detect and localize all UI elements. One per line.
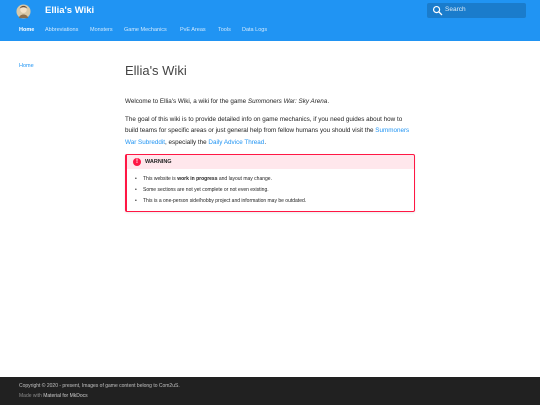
made-with-text: Made with Material for MkDocs	[19, 393, 88, 399]
goal-text: The goal of this wiki is to provide deta…	[125, 116, 403, 135]
warning-admonition: ! WARNING This website is work in progre…	[125, 154, 415, 212]
intro-suffix: .	[327, 98, 330, 105]
sidebar-item-home[interactable]: Home	[19, 63, 34, 69]
intro-prefix: Welcome to Ellia's Wiki, a wiki for the …	[125, 98, 248, 105]
search-input[interactable]: Search	[427, 3, 526, 18]
site-title[interactable]: Ellia's Wiki	[45, 5, 94, 16]
warning-title: WARNING	[145, 159, 172, 165]
warning-item-prefix: This website is	[143, 176, 178, 182]
tab-data-logs[interactable]: Data Logs	[242, 27, 267, 33]
game-name: Summoners War: Sky Arena	[247, 98, 328, 105]
daily-advice-link[interactable]: Daily Advice Thread	[208, 139, 264, 146]
search-placeholder: Search	[445, 6, 466, 13]
copyright-text: Copyright © 2020 - present, Images of ga…	[19, 383, 180, 389]
avatar-logo-icon[interactable]	[16, 4, 31, 19]
list-item: This is a one-person side/hobby project …	[135, 198, 306, 209]
warning-list: This website is work in progress and lay…	[135, 176, 306, 209]
warning-item-bold: work in progress	[177, 176, 218, 182]
list-item: This website is work in progress and lay…	[135, 176, 306, 187]
tab-tools[interactable]: Tools	[218, 27, 231, 33]
made-with-prefix: Made with	[19, 393, 44, 399]
nav-tabs: Home Abbreviations Monsters Game Mechani…	[0, 24, 540, 41]
site-header: Ellia's Wiki Search Home Abbreviations M…	[0, 0, 540, 41]
warning-header: ! WARNING	[127, 155, 414, 169]
site-footer: Copyright © 2020 - present, Images of ga…	[0, 377, 540, 405]
page-title: Ellia's Wiki	[125, 63, 187, 78]
goal-end: .	[264, 138, 267, 146]
goal-middle: , especially the	[165, 138, 209, 146]
goal-paragraph: The goal of this wiki is to provide deta…	[125, 114, 417, 148]
list-item: Some sections are not yet complete or no…	[135, 187, 306, 198]
tab-abbreviations[interactable]: Abbreviations	[45, 27, 78, 33]
tab-home[interactable]: Home	[19, 27, 34, 33]
tab-game-mechanics[interactable]: Game Mechanics	[124, 27, 167, 33]
warning-item-suffix: and layout may change.	[217, 176, 272, 182]
search-icon	[432, 5, 443, 16]
exclamation-icon: !	[133, 158, 141, 166]
material-mkdocs-link[interactable]: Material for MkDocs	[43, 393, 87, 399]
tab-monsters[interactable]: Monsters	[90, 27, 113, 33]
intro-paragraph: Welcome to Ellia's Wiki, a wiki for the …	[125, 97, 417, 106]
tab-pve-areas[interactable]: PvE Areas	[180, 27, 206, 33]
